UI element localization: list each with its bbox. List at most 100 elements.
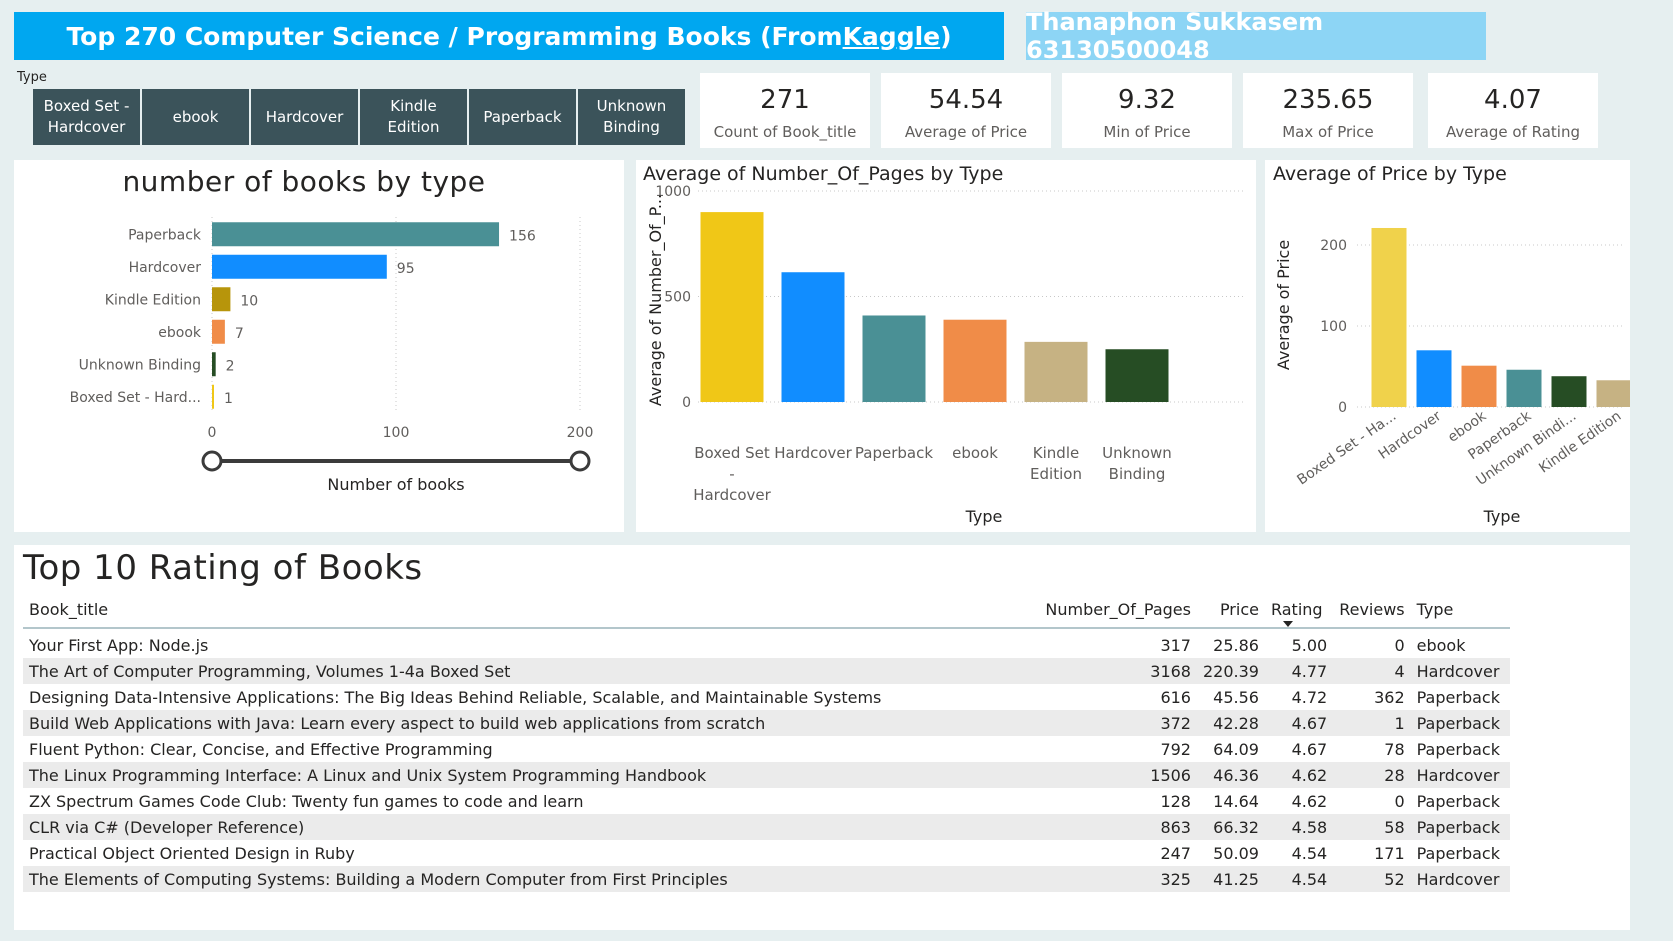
kaggle-link[interactable]: Kaggle <box>843 22 941 51</box>
column-header[interactable]: Reviews <box>1333 592 1411 629</box>
table-cell: 4.67 <box>1291 739 1328 759</box>
table-cell: 46.36 <box>1196 762 1265 788</box>
table-cell: 78 <box>1384 739 1405 759</box>
category-label: Hardcover <box>129 260 202 276</box>
table-cell: 128 <box>1160 791 1191 811</box>
table-cell: 4.54 <box>1264 866 1334 892</box>
sort-descending-icon <box>1282 621 1293 627</box>
bar <box>212 352 216 377</box>
kpi-label: Min of Price <box>1103 123 1191 141</box>
bar <box>212 222 500 247</box>
table-cell: Paperback <box>1416 739 1500 759</box>
table-cell: 4.62 <box>1291 791 1328 811</box>
table-title: Top 10 Rating of Books <box>23 548 423 588</box>
table-row[interactable]: Build Web Applications with Java: Learn … <box>23 710 1510 736</box>
books-by-type-chart: number of books by type 0 100 200 Paperback 1… <box>14 160 624 532</box>
slicer-option-kindle[interactable]: Kindle Edition <box>360 89 467 145</box>
category-label: Kindle Edition <box>105 292 201 308</box>
y-axis-title: Average of Price <box>1274 240 1293 370</box>
chart-title: Average of Number_Of_Pages by Type <box>643 163 1003 185</box>
slicer-option-unknown-binding[interactable]: Unknown Binding <box>578 89 685 145</box>
table-row[interactable]: The Art of Computer Programming, Volumes… <box>23 658 1510 684</box>
bar <box>1371 227 1407 407</box>
column-header[interactable]: Rating <box>1264 592 1334 629</box>
slicer-option-paperback[interactable]: Paperback <box>469 89 576 145</box>
x-axis-title: Number of books <box>327 475 464 494</box>
table-cell: 317 <box>1160 636 1191 655</box>
table-cell: 4.54 <box>1291 843 1328 863</box>
bar <box>1506 369 1542 407</box>
table-row[interactable]: The Elements of Computing Systems: Build… <box>23 866 1510 892</box>
table-cell: Hardcover <box>1410 866 1510 892</box>
table-cell: 1506 <box>1039 762 1197 788</box>
bar <box>212 287 231 312</box>
table-cell: 863 <box>1039 814 1197 840</box>
kpi-value: 271 <box>760 85 810 115</box>
table-row[interactable]: Your First App: Node.js 317 25.86 5.00 0 eboo… <box>23 628 1510 658</box>
bar <box>1551 376 1587 407</box>
x-tick-label: Kindle Edition <box>1030 444 1082 483</box>
category-label: Unknown Binding <box>79 357 201 373</box>
table-row[interactable]: CLR via C# (Developer Reference) 863 66.32… <box>23 814 1510 840</box>
y-tick-label: 0 <box>1338 400 1347 416</box>
slicer-label: Type <box>17 70 47 85</box>
x-tick-label: 200 <box>567 425 594 441</box>
table-cell: Designing Data-Intensive Applications: T… <box>29 687 882 707</box>
x-tick-label: Kindle Edition <box>1536 408 1624 476</box>
table-cell: 362 <box>1374 687 1405 707</box>
table-cell: Practical Object Oriented Design in Ruby <box>29 843 355 863</box>
kpi-card-max-price: 235.65 Max of Price <box>1243 73 1413 148</box>
y-tick-label: 500 <box>664 290 691 306</box>
table-row[interactable]: Designing Data-Intensive Applications: T… <box>23 684 1510 710</box>
table-cell: 58 <box>1333 814 1411 840</box>
kpi-card-min-price: 9.32 Min of Price <box>1062 73 1232 148</box>
title-suffix: ) <box>940 21 952 51</box>
table-row[interactable]: ZX Spectrum Games Code Club: Twenty fun … <box>23 788 1510 814</box>
x-tick-label: Paperback <box>855 444 933 462</box>
table-row[interactable]: Practical Object Oriented Design in Ruby… <box>23 840 1510 866</box>
table-cell: 792 <box>1160 739 1191 759</box>
bar <box>1105 349 1169 402</box>
table-cell: 28 <box>1333 762 1411 788</box>
table-cell: 4 <box>1333 658 1411 684</box>
column-header[interactable]: Book_title <box>23 592 1040 629</box>
table-cell: Fluent Python: Clear, Concise, and Effec… <box>29 739 493 759</box>
table-cell: CLR via C# (Developer Reference) <box>23 814 1040 840</box>
table-cell: The Art of Computer Programming, Volumes… <box>23 658 1040 684</box>
kpi-card-avg-rating: 4.07 Average of Rating <box>1428 73 1598 148</box>
kpi-card-avg-price: 54.54 Average of Price <box>881 73 1051 148</box>
author-banner: Thanaphon Sukkasem 63130500048 <box>1026 8 1486 64</box>
table-row[interactable]: Fluent Python: Clear, Concise, and Effec… <box>23 736 1510 762</box>
table-cell: The Linux Programming Interface: A Linux… <box>23 762 1040 788</box>
bar <box>700 212 764 402</box>
table-cell: 4.72 <box>1291 687 1328 707</box>
bar <box>1596 380 1630 407</box>
slicer-option-boxed-set[interactable]: Boxed Set - Hardcover <box>33 89 140 145</box>
x-tick-label: 0 <box>208 425 217 441</box>
table-cell: Build Web Applications with Java: Learn … <box>23 710 1040 736</box>
column-header[interactable]: Type <box>1410 592 1510 629</box>
table-cell: 220.39 <box>1196 658 1265 684</box>
category-label: ebook <box>158 325 202 341</box>
bar <box>1461 365 1497 407</box>
slicer-option-ebook[interactable]: ebook <box>142 89 249 145</box>
table-cell: 42.28 <box>1196 710 1265 736</box>
column-header[interactable]: Price <box>1196 592 1265 629</box>
table-cell: 52 <box>1333 866 1411 892</box>
slicer-option-hardcover[interactable]: Hardcover <box>251 89 358 145</box>
kpi-label: Max of Price <box>1282 123 1374 141</box>
column-header[interactable]: Number_Of_Pages <box>1039 592 1197 629</box>
price-by-type-chart: Average of Price by Type 0 100 200 Average o… <box>1265 160 1630 532</box>
table-cell: 25.86 <box>1213 636 1259 655</box>
table-cell: 4.67 <box>1264 710 1334 736</box>
y-tick-label: 200 <box>1320 238 1347 254</box>
kpi-label: Average of Price <box>904 123 1028 141</box>
table-row[interactable]: The Linux Programming Interface: A Linux… <box>23 762 1510 788</box>
table-cell: 45.56 <box>1213 687 1259 707</box>
table-cell: The Elements of Computing Systems: Build… <box>23 866 1040 892</box>
data-label: 156 <box>509 228 536 244</box>
table-cell: ebook <box>1416 636 1466 655</box>
category-label: Paperback <box>128 227 202 243</box>
bar <box>212 319 225 344</box>
bar <box>862 315 926 402</box>
